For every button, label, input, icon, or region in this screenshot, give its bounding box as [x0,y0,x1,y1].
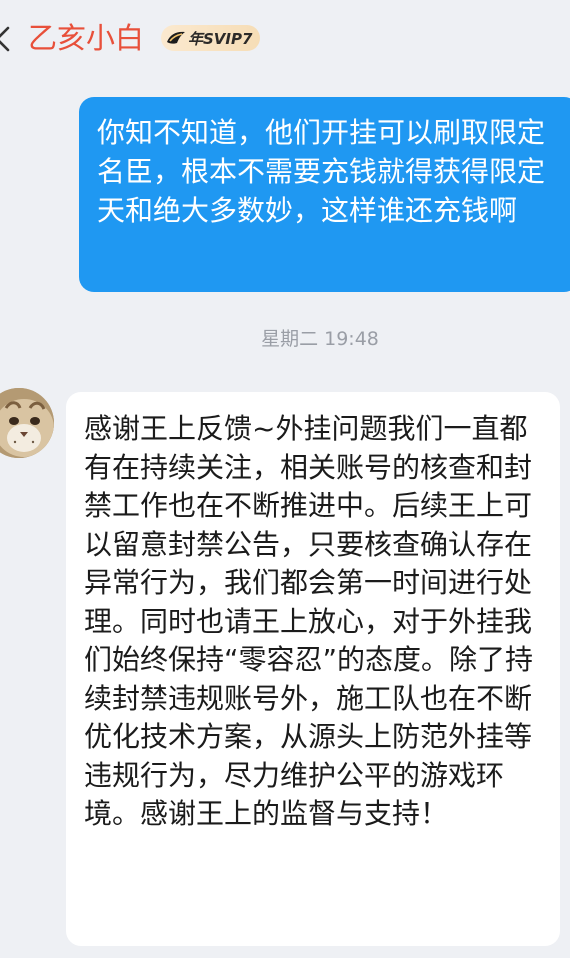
chat-header: 乙亥小白 年SVIP7 [0,0,570,78]
message-timestamp: 星期二 19:48 [261,328,379,350]
wing-icon [167,31,185,44]
chevron-left-icon[interactable] [0,26,12,52]
outgoing-message[interactable]: 你知不知道，他们开挂可以刷取限定名臣，根本不需要充钱就得获得限定天和绝大多数妙，… [79,97,570,292]
incoming-message[interactable]: 感谢王上反馈~外挂问题我们一直都有在持续关注，相关账号的核查和封禁工作也在不断推… [66,392,560,946]
vip-badge[interactable]: 年SVIP7 [161,25,261,51]
cat-avatar[interactable] [0,388,54,458]
contact-name[interactable]: 乙亥小白 [28,18,144,58]
vip-badge-label: 年SVIP7 [188,29,253,48]
cat-face-icon [0,388,54,458]
